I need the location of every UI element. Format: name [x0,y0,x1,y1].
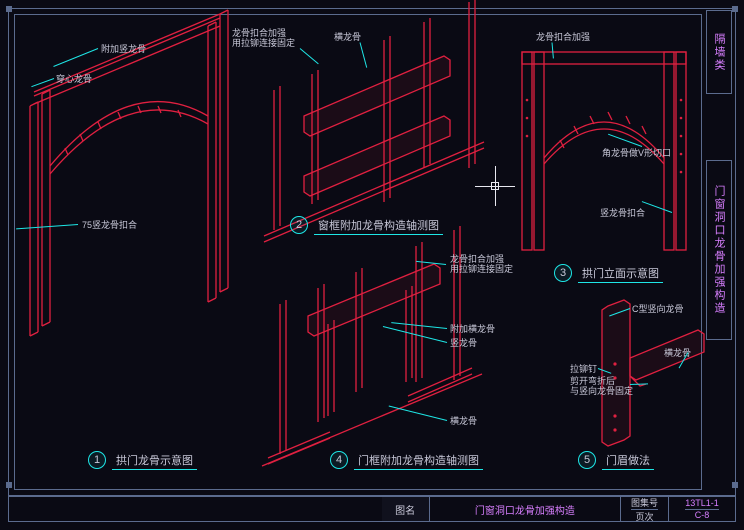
fig3-ann-reinforce: 龙骨扣合加强 [536,30,590,43]
fig4-ann-addh: 附加横龙骨 [450,322,495,335]
figure-4-title: 门框附加龙骨构造轴测图 [354,451,483,470]
fig5-ann-bend: 剪开弯折后 与竖向龙骨固定 [570,376,633,397]
tb-label-stack: 图集号 页次 [621,497,669,521]
fig3-ann-clamp: 竖龙骨扣合 [600,206,645,219]
fig1-ann-vstud: 附加竖龙骨 [101,42,146,55]
title-block: 图名 门窗洞口龙骨加强构造 图集号 页次 13TL1-1 C-8 [8,496,736,522]
figure-1-title: 拱门龙骨示意图 [112,451,197,470]
figure-4-number: 4 [330,451,348,469]
fig2-ann-hstud: 横龙骨 [334,30,361,43]
figure-3-title: 拱门立面示意图 [578,264,663,283]
category-panel: 隔墙类 [706,10,732,94]
fig5-ann-cstud: C型竖向龙骨 [632,302,684,315]
fig4-ann-hstud: 横龙骨 [450,414,477,427]
figure-1 [20,36,250,336]
figure-1-number: 1 [88,451,106,469]
fig1-ann-clamp: 75竖龙骨扣合 [82,218,137,231]
figure-3-number: 3 [554,264,572,282]
fig1-ann-beam: 穿心龙骨 [56,72,92,85]
figure-5-number: 5 [578,451,596,469]
fig3-ann-vcut: 角龙骨做V形切口 [602,146,671,159]
tb-drawing-name: 门窗洞口龙骨加强构造 [430,497,621,521]
tb-label-name: 图名 [382,497,430,521]
fig2-ann-reinforce: 龙骨扣合加强 用拉铆连接固定 [232,28,295,49]
fig4-ann-vstud: 竖龙骨 [450,336,477,349]
figure-4 [258,246,498,466]
drawing-title-panel: 门窗洞口龙骨加强构造 [706,160,732,340]
figure-2-number: 2 [290,216,308,234]
tb-value-stack: 13TL1-1 C-8 [669,497,735,521]
figure-2-title: 窗框附加龙骨构造轴测图 [314,216,443,235]
fig5-ann-rivet: 拉铆钉 [570,362,597,375]
fig4-ann-reinforce: 龙骨扣合加强 用拉铆连接固定 [450,254,513,275]
figure-5-title: 门眉做法 [602,451,654,470]
